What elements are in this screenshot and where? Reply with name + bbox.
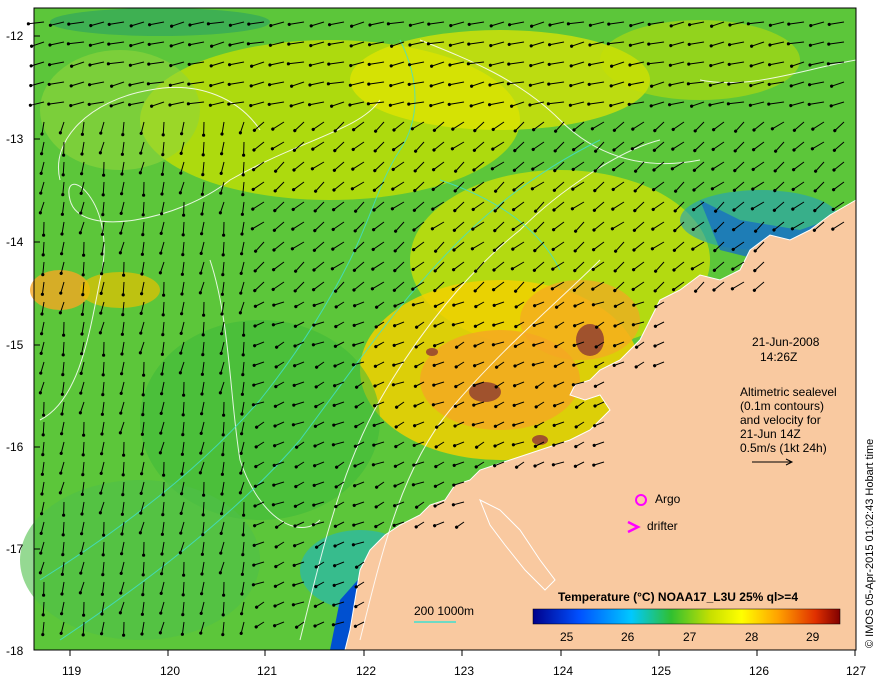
x-tick-label: 123 bbox=[454, 664, 475, 678]
colorbar-tick: 25 bbox=[560, 630, 574, 644]
y-tick-label: -17 bbox=[6, 542, 24, 556]
x-tick-label: 122 bbox=[356, 664, 377, 678]
bathymetry-label: 200 1000m bbox=[414, 604, 475, 618]
argo-label: Argo bbox=[655, 492, 681, 506]
x-tick-label: 125 bbox=[651, 664, 672, 678]
credit-text: © IMOS 05-Apr-2015 01:02:43 Hobart time bbox=[864, 438, 876, 648]
map-canvas bbox=[20, 7, 857, 656]
drifter-label: drifter bbox=[647, 519, 678, 533]
time-label: 14:26Z bbox=[760, 350, 798, 364]
colorbar-tick: 26 bbox=[621, 630, 635, 644]
colorbar-tick: 27 bbox=[683, 630, 697, 644]
y-tick-label: -15 bbox=[6, 338, 24, 352]
x-tick-label: 127 bbox=[846, 664, 867, 678]
x-tick-label: 124 bbox=[553, 664, 574, 678]
colorbar bbox=[532, 608, 841, 625]
x-tick-label: 119 bbox=[62, 664, 82, 678]
y-tick-label: -16 bbox=[6, 440, 24, 454]
x-tick-label: 120 bbox=[160, 664, 181, 678]
colorbar-title: Temperature (°C) NOAA17_L3U 25% ql>=4 bbox=[558, 590, 798, 604]
y-tick-label: -18 bbox=[6, 644, 24, 658]
date-label: 21-Jun-2008 bbox=[752, 335, 820, 349]
y-tick-label: -13 bbox=[6, 132, 24, 146]
velocity-scale-label: 0.5m/s (1kt 24h) bbox=[740, 441, 827, 455]
velocity-note: Altimetric sealevel (0.1m contours) and … bbox=[740, 385, 837, 441]
y-tick-label: -12 bbox=[6, 29, 24, 43]
x-tick-label: 126 bbox=[749, 664, 770, 678]
colorbar-tick: 28 bbox=[745, 630, 759, 644]
colorbar-tick: 29 bbox=[806, 630, 820, 644]
x-tick-label: 121 bbox=[257, 664, 278, 678]
y-tick-label: -14 bbox=[6, 235, 24, 249]
